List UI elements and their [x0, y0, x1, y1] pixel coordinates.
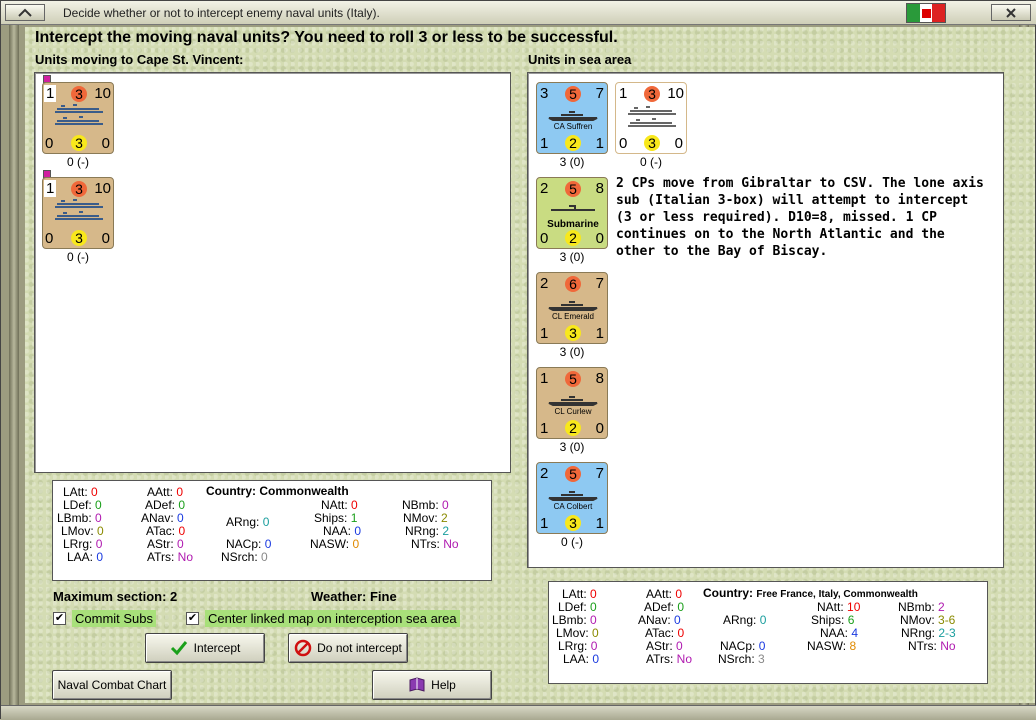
unit-counter-ca-colbert[interactable]: 2 5 7 CA Colbert 1 3 1	[536, 462, 608, 534]
bottom-bar	[1, 705, 1036, 720]
do-not-intercept-button[interactable]: Do not intercept	[288, 633, 408, 663]
moving-unit-counter[interactable]: 1 3 10 0 3 0	[42, 177, 114, 249]
maximum-section-label: Maximum section: 2	[53, 589, 178, 604]
checkmark-icon: ✔	[53, 612, 66, 625]
unit-counter-convoy[interactable]: 1 3 10 0 3 0	[615, 82, 687, 154]
sea-units-label: Units in sea area	[528, 52, 632, 67]
window-title: Decide whether or not to intercept enemy…	[63, 6, 380, 20]
cruiser-icon	[548, 396, 598, 406]
close-icon	[1006, 7, 1016, 18]
annotation-text: 2 CPs move from Gibraltar to CSV. The lo…	[616, 176, 984, 259]
commit-subs-checkbox[interactable]: ✔ Commit Subs	[53, 610, 157, 627]
convoy-ship-icon	[55, 199, 103, 220]
unit-strength-label: 3 (0)	[559, 250, 585, 264]
right-stats-panel: LAtt: 0 LDef: 0 LBmb: 0 LMov: 0 LRrg: 0 …	[548, 581, 988, 684]
unit-counter-ca-suffren[interactable]: 3 5 7 CA Suffren 1 2 1	[536, 82, 608, 154]
unit-counter-cl-emerald[interactable]: 2 6 7 CL Emerald 1 3 1	[536, 272, 608, 344]
left-border	[9, 25, 19, 705]
unit-strength-label: 0 (-)	[67, 155, 89, 169]
book-icon	[409, 677, 425, 692]
cruiser-icon	[548, 491, 598, 501]
checkmark-icon	[170, 641, 187, 656]
unit-strength-label: 3 (0)	[559, 440, 585, 454]
no-entry-icon	[294, 639, 312, 657]
left-stats-panel: LAtt: 0 LDef: 0 LBmb: 0 LMov: 0 LRrg: 0 …	[52, 480, 492, 581]
unit-counter-cl-curlew[interactable]: 1 5 8 CL Curlew 1 2 0	[536, 367, 608, 439]
dialog-window: Decide whether or not to intercept enemy…	[0, 0, 1036, 720]
submarine-icon	[551, 205, 595, 211]
collapse-arrow-icon	[18, 8, 32, 17]
unit-strength-label: 3 (0)	[559, 345, 585, 359]
moving-units-list[interactable]: 1 3 10 0 3 0 0 (-) 1 3 10 0 3 0 0 (-)	[34, 72, 511, 473]
unit-strength-label: 3 (0)	[559, 155, 585, 169]
title-bar: Decide whether or not to intercept enemy…	[1, 1, 1036, 25]
page-title: Intercept the moving naval units? You ne…	[35, 29, 618, 46]
convoy-ship-icon	[55, 104, 103, 125]
moving-unit-counter[interactable]: 1 3 10 0 3 0	[42, 82, 114, 154]
unit-counter-submarine[interactable]: 2 5 8 Submarine 0 2 0	[536, 177, 608, 249]
unit-strength-label: 0 (-)	[67, 250, 89, 264]
naval-combat-chart-button[interactable]: Naval Combat Chart	[52, 670, 172, 700]
help-button[interactable]: Help	[372, 670, 492, 700]
weather-label: Weather: Fine	[311, 589, 397, 604]
moving-units-label: Units moving to Cape St. Vincent:	[35, 52, 244, 67]
italy-flag-icon	[906, 3, 946, 23]
unit-strength-label: 0 (-)	[640, 155, 662, 169]
sea-area-units-list[interactable]: 3 5 7 CA Suffren 1 2 1 3 (0) 1 3 10 0 3 …	[527, 72, 1004, 568]
close-button[interactable]	[991, 4, 1031, 21]
center-map-checkbox[interactable]: ✔ Center linked map on interception sea …	[186, 610, 460, 627]
cruiser-icon	[548, 301, 598, 311]
intercept-button[interactable]: Intercept	[145, 633, 265, 663]
convoy-ship-icon	[628, 106, 676, 127]
cruiser-icon	[548, 111, 598, 121]
unit-strength-label: 0 (-)	[561, 535, 583, 549]
minimize-button[interactable]	[5, 4, 45, 21]
checkmark-icon: ✔	[186, 612, 199, 625]
